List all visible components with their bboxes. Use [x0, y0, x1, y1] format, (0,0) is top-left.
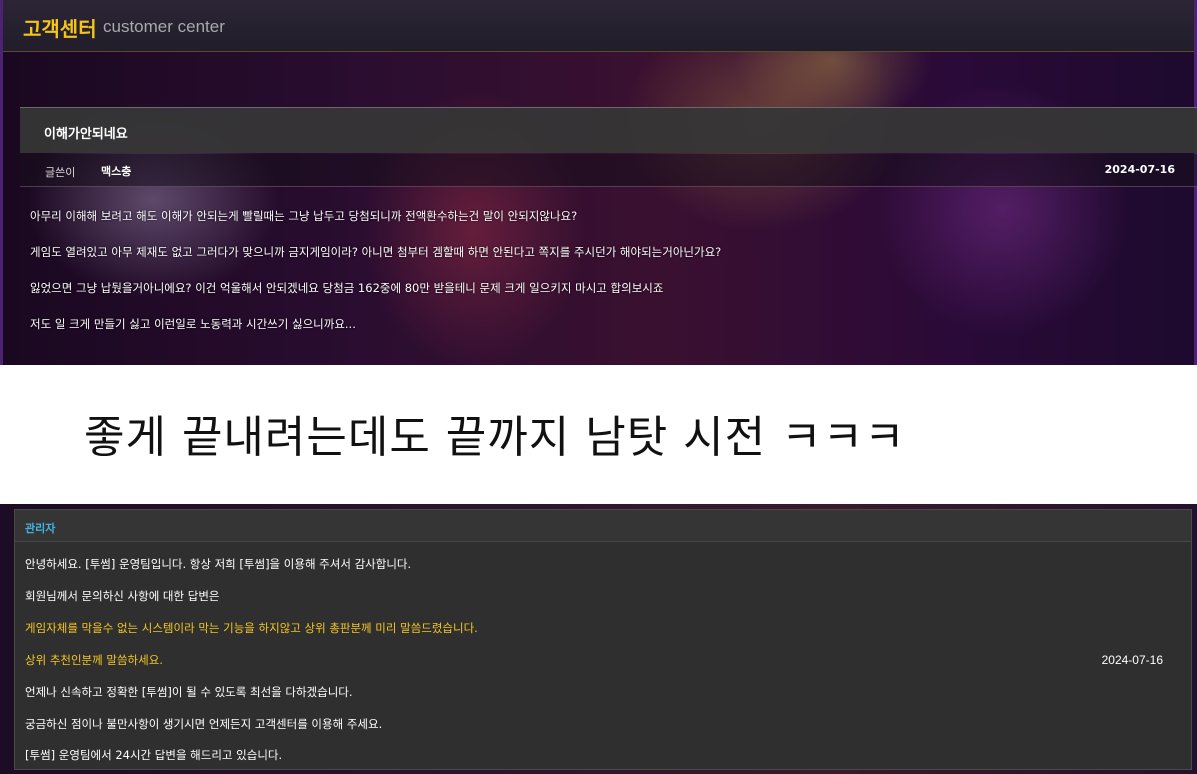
- author-label: 글쓴이: [45, 166, 76, 179]
- answer-panel: 관리자 안녕하세요. [투썸] 운영팀입니다. 항상 저희 [투썸]을 이용해 …: [0, 504, 1197, 774]
- answer-line: 회원님께서 문의하신 사항에 대한 답변은: [25, 589, 220, 603]
- post-body-line: 게임도 열려있고 아무 제재도 없고 그러다가 맞으니까 금지게임이라? 아니면…: [30, 245, 722, 259]
- caption-text: 좋게 끝내려는데도 끝까지 남탓 시전 ㅋㅋㅋ: [84, 412, 906, 463]
- answer-line: 궁금하신 점이나 불만사항이 생기시면 언제든지 고객센터를 이용해 주세요.: [25, 717, 383, 731]
- post-body-line: 잃었으면 그냥 납뒀을거아니에요? 이건 억울해서 안되겠네요 당첨금 162중…: [30, 281, 664, 295]
- answer-box: 관리자 안녕하세요. [투썸] 운영팀입니다. 항상 저희 [투썸]을 이용해 …: [14, 509, 1192, 770]
- post-meta-row: 글쓴이 맥스충 2024-07-16: [20, 154, 1197, 187]
- post-date: 2024-07-16: [1104, 163, 1175, 176]
- answer-line: 안녕하세요. [투썸] 운영팀입니다. 항상 저희 [투썸]을 이용해 주셔서 …: [25, 557, 412, 571]
- post-title: 이해가안되네요: [44, 127, 128, 142]
- post-view-panel: 고객센터 customer center 이해가안되네요 글쓴이 맥스충 202…: [0, 0, 1197, 365]
- post-body-line: 저도 일 크게 만들기 싫고 이런일로 노동력과 시간쓰기 싫으니까요...: [30, 317, 356, 331]
- answer-line: 언제나 신속하고 정확한 [투썸]이 될 수 있도록 최선을 다하겠습니다.: [25, 685, 353, 699]
- answer-author: 관리자: [25, 522, 56, 535]
- brand-title-kr: 고객센터: [23, 17, 97, 41]
- answer-line-highlight: 상위 추천인분께 말씀하세요.: [25, 653, 163, 667]
- post-author: 맥스충: [101, 165, 132, 178]
- post-body-line: 아무리 이해해 보려고 해도 이해가 안되는게 빨릴때는 그냥 납두고 당첨되니…: [30, 209, 578, 223]
- answer-header: 관리자: [15, 510, 1191, 542]
- answer-line-highlight: 게임자체를 막을수 없는 시스템이라 막는 기능을 하지않고 상위 총판분께 미…: [25, 621, 478, 635]
- page-header: 고객센터 customer center: [3, 0, 1194, 52]
- answer-date: 2024-07-16: [1101, 653, 1163, 667]
- answer-line: [투썸] 운영팀에서 24시간 답변을 해드리고 있습니다.: [25, 748, 283, 762]
- brand-title-en: customer center: [103, 17, 225, 36]
- post-title-bar: 이해가안되네요: [20, 107, 1197, 153]
